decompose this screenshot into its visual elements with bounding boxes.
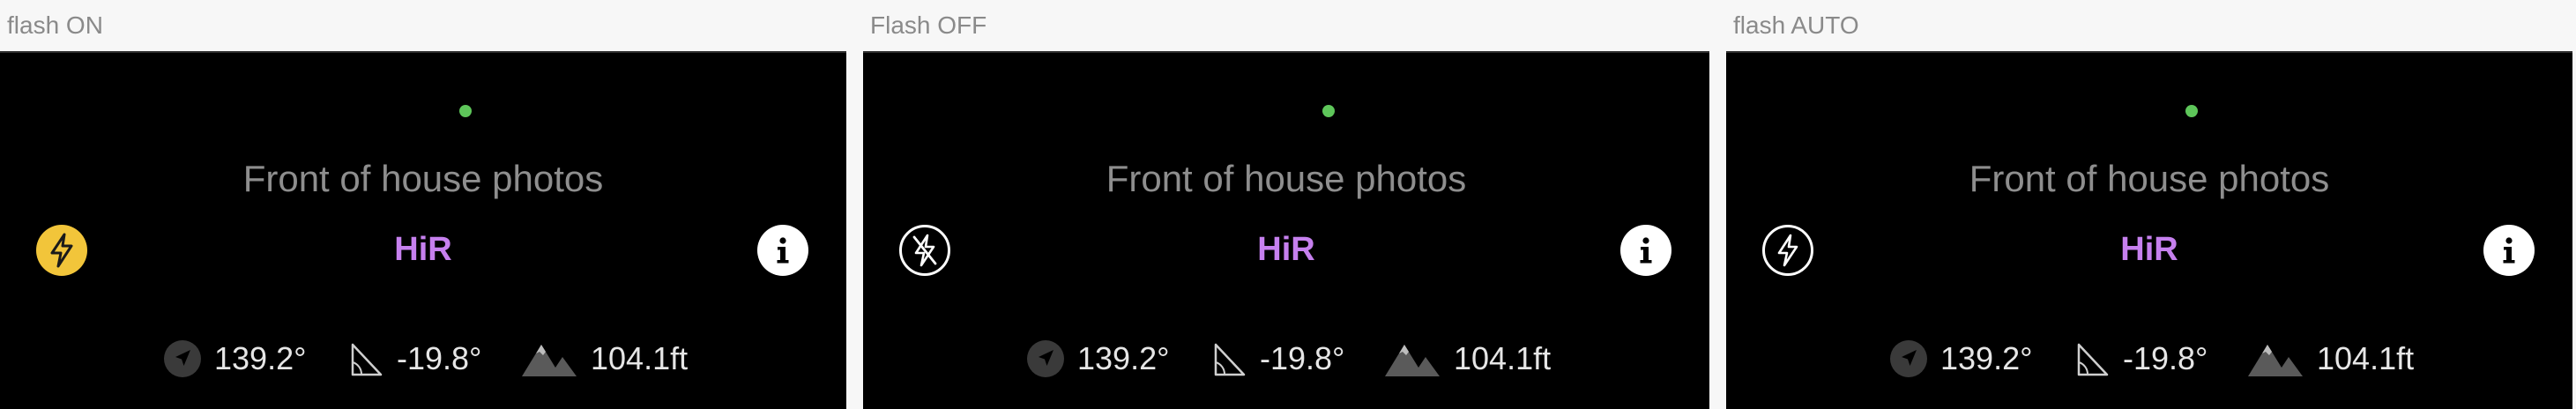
camera-screen: Front of house photos HiR 139.2° -19.8° … bbox=[1726, 51, 2572, 409]
altitude-value: 104.1ft bbox=[591, 340, 689, 376]
project-title: Front of house photos bbox=[1969, 158, 2330, 199]
altitude-value: 104.1ft bbox=[2317, 340, 2415, 376]
heading-value: 139.2° bbox=[214, 340, 307, 376]
panel-flash-off: Flash OFF Front of house photos HiR 139.… bbox=[863, 0, 1711, 409]
altitude-readout: 104.1ft bbox=[520, 337, 688, 381]
heading-value: 139.2° bbox=[1940, 340, 2033, 376]
tilt-readout: -19.8° bbox=[2075, 337, 2207, 381]
mountain-icon bbox=[2248, 345, 2303, 376]
flash-states-comparison: flash ON Front of house photos HiR 139.2… bbox=[0, 0, 2576, 409]
mode-label: HiR bbox=[2120, 231, 2178, 268]
sensor-readouts: 139.2° -19.8° 104.1ft bbox=[863, 337, 1709, 381]
navigation-arrow-icon bbox=[1890, 340, 1927, 377]
navigation-arrow-icon bbox=[1027, 340, 1064, 377]
mountain-icon bbox=[1385, 345, 1440, 376]
tilt-value: -19.8° bbox=[397, 340, 482, 376]
angle-icon bbox=[351, 343, 383, 376]
mode-label: HiR bbox=[394, 231, 452, 268]
panel-flash-auto: flash AUTO Front of house photos HiR 139… bbox=[1726, 0, 2574, 409]
heading-readout: 139.2° bbox=[1026, 337, 1169, 381]
panel-caption: Flash OFF bbox=[870, 11, 987, 39]
camera-screen: Front of house photos HiR 139.2° -19.8° … bbox=[863, 51, 1709, 409]
camera-screen: Front of house photos HiR 139.2° -19.8° … bbox=[0, 51, 846, 409]
status-dot bbox=[1322, 105, 1335, 117]
tilt-value: -19.8° bbox=[1260, 340, 1345, 376]
sensor-readouts: 139.2° -19.8° 104.1ft bbox=[0, 337, 846, 381]
panel-caption: flash ON bbox=[7, 11, 103, 39]
heading-readout: 139.2° bbox=[163, 337, 306, 381]
heading-value: 139.2° bbox=[1077, 340, 1170, 376]
altitude-readout: 104.1ft bbox=[1383, 337, 1551, 381]
info-icon bbox=[777, 237, 789, 264]
tilt-value: -19.8° bbox=[2123, 340, 2208, 376]
info-button[interactable] bbox=[757, 225, 808, 276]
info-icon bbox=[1640, 237, 1652, 264]
altitude-value: 104.1ft bbox=[1454, 340, 1552, 376]
status-dot bbox=[2185, 105, 2198, 117]
info-button[interactable] bbox=[1620, 225, 1671, 276]
mode-label: HiR bbox=[1257, 231, 1315, 268]
altitude-readout: 104.1ft bbox=[2246, 337, 2414, 381]
angle-icon bbox=[1214, 343, 1246, 376]
tilt-readout: -19.8° bbox=[349, 337, 481, 381]
mountain-icon bbox=[522, 345, 577, 376]
tilt-readout: -19.8° bbox=[1212, 337, 1344, 381]
navigation-arrow-icon bbox=[164, 340, 201, 377]
sensor-readouts: 139.2° -19.8° 104.1ft bbox=[1726, 337, 2572, 381]
panel-caption: flash AUTO bbox=[1733, 11, 1859, 39]
panel-flash-on: flash ON Front of house photos HiR 139.2… bbox=[0, 0, 848, 409]
info-button[interactable] bbox=[2483, 225, 2535, 276]
info-icon bbox=[2503, 237, 2515, 264]
project-title: Front of house photos bbox=[242, 158, 604, 199]
project-title: Front of house photos bbox=[1106, 158, 1467, 199]
angle-icon bbox=[2077, 343, 2109, 376]
status-dot bbox=[459, 105, 472, 117]
heading-readout: 139.2° bbox=[1889, 337, 2032, 381]
